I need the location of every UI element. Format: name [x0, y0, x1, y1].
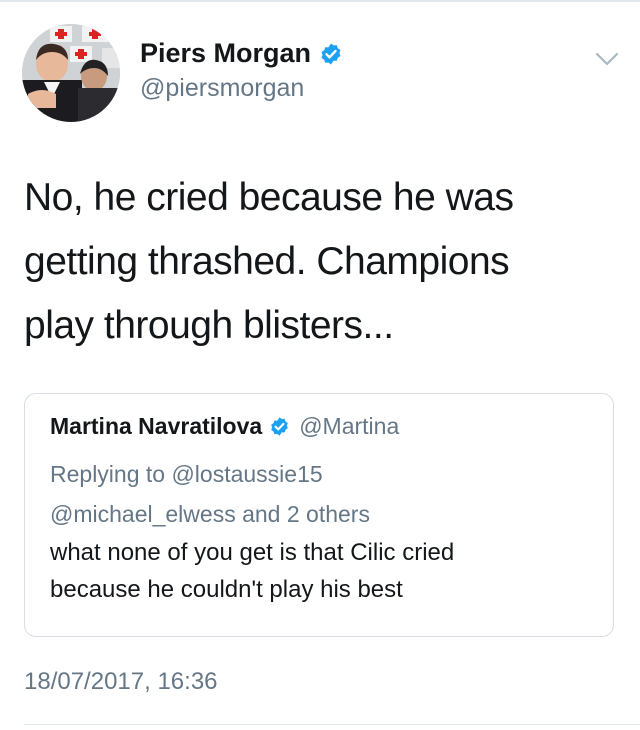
top-divider — [0, 0, 640, 2]
reply-context-line: Replying to @lostaussie15 — [50, 461, 323, 487]
bottom-divider — [24, 724, 640, 725]
quoted-author-display-name: Martina Navratilova — [50, 413, 263, 439]
avatar-photo — [22, 24, 120, 122]
quoted-author-handle: @Martina — [299, 413, 400, 439]
tweet-text-line: getting thrashed. Champions — [24, 240, 510, 283]
quoted-tweet-text: what none of you get is that Cilic cried… — [50, 534, 454, 608]
reply-context-line: @michael_elwess and 2 others — [50, 501, 370, 527]
avatar[interactable] — [22, 24, 120, 122]
quoted-tweet-card[interactable]: Martina Navratilova @Martina Replying to… — [24, 393, 614, 637]
quoted-tweet-header: Martina Navratilova @Martina — [50, 413, 399, 440]
quoted-text-line: because he couldn't play his best — [50, 576, 403, 603]
verified-badge-icon — [271, 417, 289, 436]
verified-badge-icon — [321, 43, 341, 64]
chevron-down-icon[interactable] — [594, 50, 620, 68]
tweet-text-line: No, he cried because he was — [24, 176, 514, 219]
quoted-text-line: what none of you get is that Cilic cried — [50, 539, 455, 566]
tweet-text-line: play through blisters... — [24, 304, 394, 347]
quoted-reply-context: Replying to @lostaussie15 @michael_elwes… — [50, 454, 370, 534]
author-name-row[interactable]: Piers Morgan — [140, 38, 343, 69]
author-display-name[interactable]: Piers Morgan — [140, 38, 311, 69]
author-handle[interactable]: @piersmorgan — [140, 74, 304, 103]
tweet-text: No, he cried because he was getting thra… — [24, 166, 614, 358]
tweet-timestamp[interactable]: 18/07/2017, 16:36 — [24, 668, 218, 696]
